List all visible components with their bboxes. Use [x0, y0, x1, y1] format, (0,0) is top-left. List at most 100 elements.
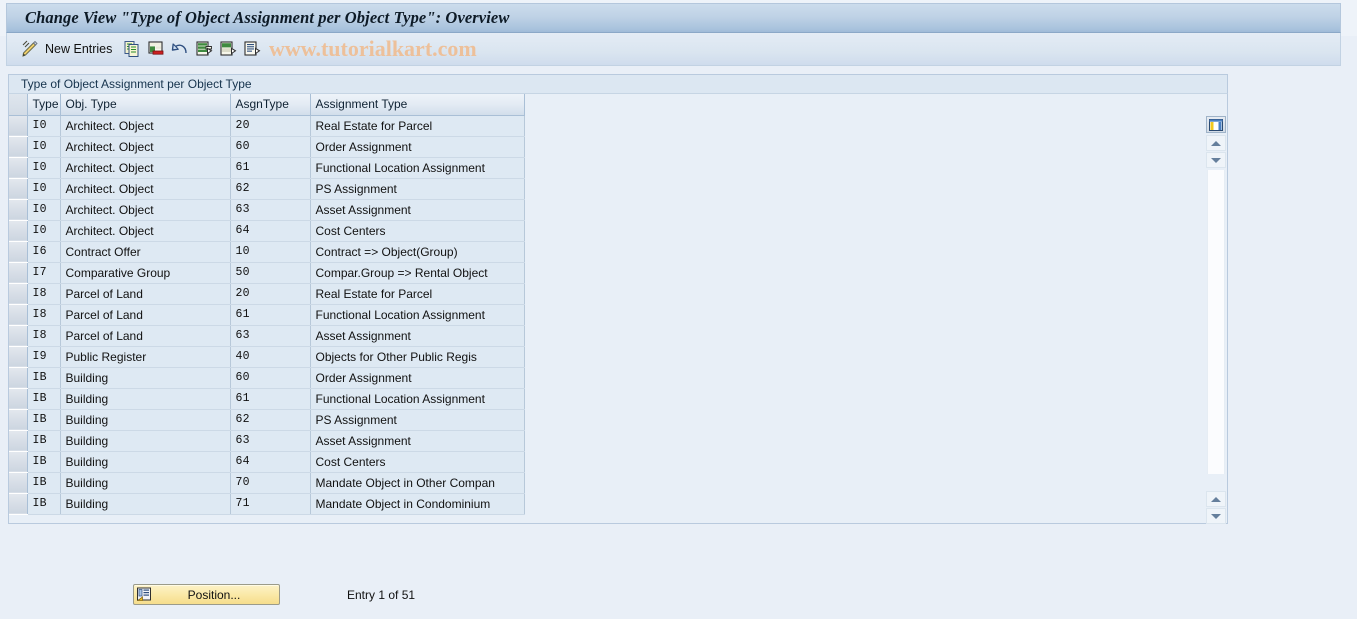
cell-assignment-type[interactable]: Mandate Object in Condominium — [310, 493, 525, 515]
cell-assignment-type[interactable]: Functional Location Assignment — [310, 304, 525, 326]
cell-obj-type[interactable]: Building — [60, 451, 231, 473]
scroll-up-button[interactable] — [1206, 135, 1226, 151]
cell-asgn-type[interactable]: 60 — [230, 136, 311, 158]
table-row[interactable]: I0 Architect. Object 60 Order Assignment — [9, 136, 525, 158]
cell-type[interactable]: I6 — [27, 241, 61, 263]
cell-asgn-type[interactable]: 61 — [230, 157, 311, 179]
row-selector[interactable] — [9, 367, 28, 389]
row-selector[interactable] — [9, 409, 28, 431]
cell-type[interactable]: I0 — [27, 136, 61, 158]
cell-obj-type[interactable]: Building — [60, 367, 231, 389]
scroll-page-up-button[interactable] — [1206, 491, 1226, 507]
row-selector[interactable] — [9, 388, 28, 410]
row-selector[interactable] — [9, 178, 28, 200]
row-selector[interactable] — [9, 451, 28, 473]
table-row[interactable]: I7 Comparative Group 50 Compar.Group => Ren… — [9, 262, 525, 284]
cell-asgn-type[interactable]: 20 — [230, 283, 311, 305]
cell-type[interactable]: IB — [27, 472, 61, 494]
row-selector[interactable] — [9, 220, 28, 242]
cell-type[interactable]: IB — [27, 493, 61, 515]
cell-asgn-type[interactable]: 20 — [230, 115, 311, 137]
cell-asgn-type[interactable]: 64 — [230, 220, 311, 242]
cell-type[interactable]: I8 — [27, 325, 61, 347]
cell-obj-type[interactable]: Architect. Object — [60, 157, 231, 179]
row-selector[interactable] — [9, 136, 28, 158]
cell-assignment-type[interactable]: PS Assignment — [310, 178, 525, 200]
row-selector[interactable] — [9, 472, 28, 494]
table-row[interactable]: I8 Parcel of Land 63 Asset Assignment — [9, 325, 525, 347]
column-header-asgn-type[interactable]: AsgnType — [230, 94, 311, 116]
cell-obj-type[interactable]: Building — [60, 409, 231, 431]
display-change-button[interactable] — [17, 37, 41, 61]
table-row[interactable]: I8 Parcel of Land 61 Functional Location As… — [9, 304, 525, 326]
delete-row-button[interactable] — [144, 37, 168, 61]
column-header-obj-type[interactable]: Obj. Type — [60, 94, 231, 116]
cell-assignment-type[interactable]: Compar.Group => Rental Object — [310, 262, 525, 284]
cell-assignment-type[interactable]: Real Estate for Parcel — [310, 283, 525, 305]
table-row[interactable]: I6 Contract Offer 10 Contract => Object(Gro… — [9, 241, 525, 263]
cell-assignment-type[interactable]: Cost Centers — [310, 220, 525, 242]
column-header-assignment-type[interactable]: Assignment Type — [310, 94, 525, 116]
table-row[interactable]: I0 Architect. Object 63 Asset Assignment — [9, 199, 525, 221]
column-header-type[interactable]: Type — [27, 94, 61, 116]
cell-asgn-type[interactable]: 50 — [230, 262, 311, 284]
table-row[interactable]: I0 Architect. Object 64 Cost Centers — [9, 220, 525, 242]
cell-obj-type[interactable]: Public Register — [60, 346, 231, 368]
table-row[interactable]: I0 Architect. Object 62 PS Assignment — [9, 178, 525, 200]
cell-assignment-type[interactable]: Asset Assignment — [310, 199, 525, 221]
cell-asgn-type[interactable]: 63 — [230, 199, 311, 221]
cell-obj-type[interactable]: Building — [60, 430, 231, 452]
cell-type[interactable]: I8 — [27, 283, 61, 305]
cell-type[interactable]: I0 — [27, 115, 61, 137]
cell-type[interactable]: I7 — [27, 262, 61, 284]
table-row[interactable]: IB Building 64 Cost Centers — [9, 451, 525, 473]
row-selector[interactable] — [9, 115, 28, 137]
row-selector[interactable] — [9, 241, 28, 263]
row-selector[interactable] — [9, 304, 28, 326]
cell-obj-type[interactable]: Building — [60, 388, 231, 410]
cell-assignment-type[interactable]: Contract => Object(Group) — [310, 241, 525, 263]
previous-entry-button[interactable] — [192, 37, 216, 61]
cell-assignment-type[interactable]: Asset Assignment — [310, 325, 525, 347]
row-selector[interactable] — [9, 493, 28, 515]
cell-asgn-type[interactable]: 64 — [230, 451, 311, 473]
table-row[interactable]: I0 Architect. Object 20 Real Estate for Par… — [9, 115, 525, 137]
cell-asgn-type[interactable]: 63 — [230, 430, 311, 452]
table-row[interactable]: IB Building 63 Asset Assignment — [9, 430, 525, 452]
cell-assignment-type[interactable]: Order Assignment — [310, 367, 525, 389]
cell-obj-type[interactable]: Comparative Group — [60, 262, 231, 284]
cell-assignment-type[interactable]: Functional Location Assignment — [310, 388, 525, 410]
cell-asgn-type[interactable]: 62 — [230, 409, 311, 431]
scroll-page-down-button[interactable] — [1206, 508, 1226, 524]
cell-assignment-type[interactable]: PS Assignment — [310, 409, 525, 431]
cell-assignment-type[interactable]: Cost Centers — [310, 451, 525, 473]
row-selector[interactable] — [9, 199, 28, 221]
cell-obj-type[interactable]: Contract Offer — [60, 241, 231, 263]
cell-asgn-type[interactable]: 61 — [230, 304, 311, 326]
row-selector[interactable] — [9, 346, 28, 368]
scrollbar-track[interactable] — [1207, 170, 1225, 474]
table-row[interactable]: IB Building 71 Mandate Object in Condominiu… — [9, 493, 525, 515]
cell-asgn-type[interactable]: 62 — [230, 178, 311, 200]
cell-asgn-type[interactable]: 40 — [230, 346, 311, 368]
cell-type[interactable]: I0 — [27, 157, 61, 179]
cell-obj-type[interactable]: Architect. Object — [60, 220, 231, 242]
new-entries-button[interactable]: New Entries — [45, 42, 112, 56]
cell-obj-type[interactable]: Architect. Object — [60, 178, 231, 200]
cell-type[interactable]: IB — [27, 451, 61, 473]
column-configuration-icon[interactable] — [1206, 116, 1226, 133]
cell-assignment-type[interactable]: Asset Assignment — [310, 430, 525, 452]
cell-assignment-type[interactable]: Objects for Other Public Regis — [310, 346, 525, 368]
next-entry-button[interactable] — [216, 37, 240, 61]
select-layout-button[interactable] — [240, 37, 264, 61]
cell-type[interactable]: IB — [27, 430, 61, 452]
row-selector[interactable] — [9, 262, 28, 284]
cell-type[interactable]: IB — [27, 388, 61, 410]
cell-obj-type[interactable]: Architect. Object — [60, 115, 231, 137]
table-row[interactable]: I8 Parcel of Land 20 Real Estate for Parcel — [9, 283, 525, 305]
cell-asgn-type[interactable]: 63 — [230, 325, 311, 347]
cell-assignment-type[interactable]: Mandate Object in Other Compan — [310, 472, 525, 494]
table-row[interactable]: I9 Public Register 40 Objects for Other Pub… — [9, 346, 525, 368]
cell-obj-type[interactable]: Architect. Object — [60, 136, 231, 158]
table-row[interactable]: IB Building 62 PS Assignment — [9, 409, 525, 431]
